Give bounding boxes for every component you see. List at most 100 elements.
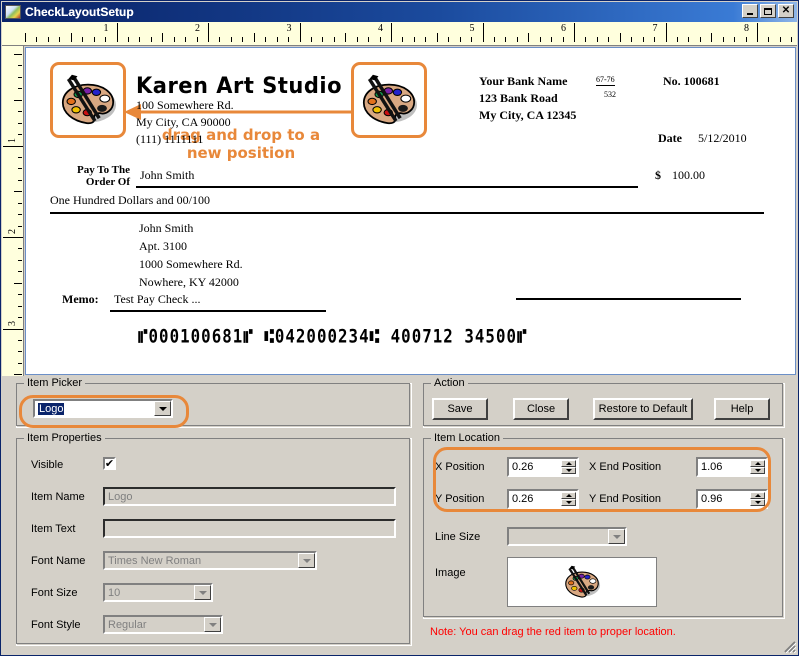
line-size-combo[interactable] — [507, 527, 627, 546]
memo-value[interactable]: Test Pay Check ... — [114, 292, 200, 307]
y-position-decrement[interactable] — [561, 499, 576, 506]
palette-icon — [362, 74, 417, 125]
ruler-tick-minor — [654, 37, 655, 42]
image-preview[interactable] — [507, 557, 657, 607]
date-value[interactable]: 5/12/2010 — [698, 131, 747, 146]
ruler-label-h: 6 — [561, 23, 566, 34]
x-position-spinner[interactable] — [561, 460, 576, 474]
ruler-tick-minor — [18, 317, 22, 318]
y-end-position-decrement[interactable] — [750, 499, 765, 506]
x-position-decrement[interactable] — [561, 467, 576, 474]
bank-address[interactable]: 123 Bank Road — [479, 91, 558, 106]
ruler-tick-minor — [311, 37, 312, 42]
item-name-label: Item Name — [31, 491, 85, 503]
check-icon: ✔ — [104, 457, 115, 470]
amount-in-words[interactable]: One Hundred Dollars and 00/100 — [50, 193, 210, 208]
y-end-position-input[interactable]: 0.96 — [696, 489, 768, 509]
chevron-up-icon — [565, 462, 572, 465]
ruler-tick-minor — [18, 203, 22, 204]
ruler-tick-minor — [483, 33, 484, 42]
item-name-input[interactable]: Logo — [103, 487, 396, 506]
font-style-label: Font Style — [31, 619, 81, 631]
micr-line[interactable]: ⑈000100681⑈ ⑆042000234⑆ 400712 34500⑈ — [138, 325, 528, 348]
x-end-position-increment[interactable] — [750, 460, 765, 467]
chevron-down-icon — [198, 590, 207, 595]
x-position-input[interactable]: 0.26 — [507, 457, 579, 477]
font-name-combo[interactable]: Times New Roman — [103, 551, 317, 570]
date-label: Date — [658, 131, 682, 145]
action-legend: Action — [431, 377, 468, 389]
ruler-label-h: 2 — [195, 23, 200, 34]
app-icon — [5, 5, 21, 19]
close-button[interactable]: ✕ — [778, 4, 794, 18]
payee-name[interactable]: John Smith — [140, 168, 194, 183]
y-position-value: 0.26 — [512, 493, 534, 505]
y-end-position-spinner[interactable] — [750, 492, 765, 506]
ruler-tick-minor — [380, 37, 381, 42]
ruler-tick-minor — [425, 37, 426, 42]
business-address-line1[interactable]: 100 Somewhere Rd. — [136, 98, 234, 113]
x-end-position-input[interactable]: 1.06 — [696, 457, 768, 477]
action-group: Action Save Close Restore to Default Hel… — [423, 377, 785, 428]
ruler-tick-minor — [551, 37, 552, 42]
bank-name[interactable]: Your Bank Name — [479, 74, 567, 89]
help-button[interactable]: Help — [714, 398, 770, 420]
item-picker-dropdown-button[interactable] — [154, 401, 171, 416]
y-position-increment[interactable] — [561, 492, 576, 499]
close-icon: ✕ — [781, 5, 791, 16]
ruler-tick-minor — [414, 37, 415, 42]
routing-fraction-denominator: 532 — [604, 90, 616, 99]
business-phone[interactable]: (111) 1111111 — [136, 132, 203, 147]
resize-grip[interactable] — [782, 639, 796, 653]
font-name-label: Font Name — [31, 555, 86, 567]
help-note: Note: You can drag the red item to prope… — [430, 626, 676, 638]
ruler-label-h: 4 — [378, 23, 383, 34]
x-position-increment[interactable] — [561, 460, 576, 467]
item-text-input[interactable] — [103, 519, 396, 538]
font-name-dropdown-button[interactable] — [298, 553, 315, 568]
visible-checkbox[interactable]: ✔ — [103, 457, 116, 470]
font-size-combo[interactable]: 10 — [103, 583, 213, 602]
logo-item-original[interactable] — [50, 62, 126, 138]
font-style-combo[interactable]: Regular — [103, 615, 223, 634]
window-buttons: ✕ — [742, 4, 794, 18]
business-address-line2[interactable]: My City, CA 90000 — [136, 115, 231, 130]
amount-numeric[interactable]: 100.00 — [672, 168, 705, 183]
font-size-dropdown-button[interactable] — [194, 585, 211, 600]
ruler-tick-minor — [643, 37, 644, 42]
line-size-dropdown-button[interactable] — [608, 529, 625, 544]
item-picker-combo[interactable]: Logo — [33, 399, 173, 418]
y-end-position-increment[interactable] — [750, 492, 765, 499]
ruler-label-h: 1 — [103, 23, 109, 34]
visible-label: Visible — [31, 459, 64, 471]
logo-item-drop-target[interactable] — [351, 62, 427, 138]
y-position-input[interactable]: 0.26 — [507, 489, 579, 509]
ruler-tick-minor — [18, 363, 22, 364]
ruler-tick-minor — [780, 37, 781, 42]
font-style-dropdown-button[interactable] — [204, 617, 221, 632]
maximize-button[interactable] — [760, 4, 776, 18]
y-position-spinner[interactable] — [561, 492, 576, 506]
x-end-position-decrement[interactable] — [750, 467, 765, 474]
payee-address-apt[interactable]: Apt. 3100 — [139, 239, 187, 254]
ruler-tick-minor — [231, 37, 232, 42]
payee-address-citystate[interactable]: Nowhere, KY 42000 — [139, 275, 239, 290]
close-button-action[interactable]: Close — [513, 398, 569, 420]
ruler-tick-minor — [14, 237, 22, 238]
ruler-tick-minor — [288, 37, 289, 42]
ruler-tick-minor — [768, 37, 769, 42]
check-number[interactable]: No. 100681 — [663, 74, 720, 89]
ruler-tick-minor — [368, 37, 369, 42]
save-button[interactable]: Save — [432, 398, 488, 420]
chevron-up-icon — [754, 494, 761, 497]
bank-city-state[interactable]: My City, CA 12345 — [479, 108, 576, 123]
ruler-tick-minor — [322, 37, 323, 42]
minimize-button[interactable] — [742, 4, 758, 18]
check-preview-canvas[interactable]: drag and drop to a new position Karen Ar… — [25, 47, 796, 375]
restore-to-default-button[interactable]: Restore to Default — [593, 398, 693, 420]
payee-address-name[interactable]: John Smith — [139, 221, 193, 236]
x-end-position-spinner[interactable] — [750, 460, 765, 474]
ruler-tick-minor — [242, 37, 243, 42]
payee-address-street[interactable]: 1000 Somewhere Rd. — [139, 257, 243, 272]
business-name[interactable]: Karen Art Studio — [136, 73, 342, 98]
